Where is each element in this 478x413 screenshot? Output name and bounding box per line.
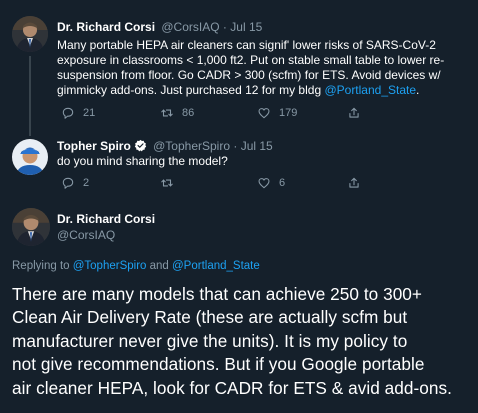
verified-badge-icon: [134, 139, 146, 152]
author-name[interactable]: Topher Spiro: [57, 139, 131, 153]
reply-button[interactable]: 2: [61, 176, 89, 190]
author-name[interactable]: Dr. Richard Corsi: [57, 212, 155, 227]
reply-count: 2: [83, 177, 90, 189]
retweet-button[interactable]: 86: [160, 106, 194, 120]
reply-button[interactable]: 21: [61, 106, 95, 120]
share-button[interactable]: [347, 176, 369, 190]
avatar-corsi-main[interactable]: [12, 208, 50, 246]
like-button[interactable]: 179: [257, 106, 297, 120]
main-tweet-text: There are many models that can achieve 2…: [12, 283, 474, 400]
tweet-corsi-1[interactable]: Dr. Richard Corsi @CorsIAQ · Jul 15 Many…: [0, 0, 478, 136]
main-tweet-text-line: air cleaner HEPA, look for CADR for ETS …: [12, 377, 452, 398]
tweet-text-line: suspension from floor. Go CADR > 300 (sc…: [57, 68, 441, 82]
share-icon: [349, 177, 359, 188]
like-button[interactable]: 6: [257, 176, 285, 190]
main-tweet-text-line: Clean Air Delivery Rate (these are actua…: [12, 307, 408, 328]
tweet-text: Many portable HEPA air cleaners can sign…: [57, 38, 472, 98]
author-handle[interactable]: @TopherSpiro: [153, 139, 230, 153]
reply-icon: [62, 107, 74, 119]
reply-icon: [62, 177, 74, 189]
main-tweet-text-line: not give recommendations. But if you Goo…: [12, 354, 425, 375]
main-tweet-header: Dr. Richard Corsi @CorsIAQ: [57, 212, 155, 243]
tweet-date[interactable]: Jul 15: [241, 139, 273, 153]
tweet-actions: 21 86 179: [57, 106, 467, 122]
retweet-icon: [161, 179, 173, 187]
tweet-text-line: exposure in classrooms < 1,000 ft2. Put …: [57, 53, 445, 67]
main-tweet-text-line: manufacturer never give the units). It i…: [12, 330, 408, 351]
like-icon: [258, 108, 270, 119]
like-count: 6: [279, 177, 286, 189]
retweet-count: 86: [182, 107, 195, 119]
avatar-corsi-image: [12, 16, 48, 52]
thread-connector-line: [29, 56, 31, 136]
trailing-period: .: [416, 83, 420, 97]
tweet-header: Dr. Richard Corsi @CorsIAQ · Jul 15: [57, 20, 262, 35]
avatar-corsi-main-image: [12, 208, 50, 246]
replying-and: and: [146, 260, 172, 272]
author-name[interactable]: Dr. Richard Corsi: [57, 20, 155, 34]
replying-user-portland-state[interactable]: @Portland_State: [172, 260, 260, 272]
avatar-corsi[interactable]: [12, 16, 48, 52]
header-separator: ·: [222, 20, 227, 34]
share-icon: [349, 107, 359, 118]
tweet-actions: 2 6: [57, 176, 467, 192]
retweet-button[interactable]: [160, 176, 182, 190]
tweet-text-line: Many portable HEPA air cleaners can sign…: [57, 38, 436, 52]
author-handle[interactable]: @CorsIAQ: [57, 228, 155, 243]
header-separator: ·: [233, 139, 238, 153]
avatar-spiro[interactable]: [12, 139, 48, 175]
like-icon: [258, 178, 270, 189]
tweet-spiro[interactable]: Topher Spiro @TopherSpiro · Jul 15 do yo…: [0, 125, 478, 195]
tweet-text: do you mind sharing the model?: [57, 154, 228, 168]
retweet-icon: [161, 109, 173, 117]
share-button[interactable]: [347, 106, 369, 120]
reply-count: 21: [83, 107, 96, 119]
main-tweet-text-line: There are many models that can achieve 2…: [12, 284, 422, 304]
tweet-header: Topher Spiro @TopherSpiro · Jul 15: [57, 139, 273, 154]
replying-to: Replying to @TopherSpiro and @Portland_S…: [12, 259, 260, 274]
avatar-spiro-image: [12, 139, 48, 175]
tweet-date[interactable]: Jul 15: [230, 20, 262, 34]
mention-link-portland-state[interactable]: @Portland_State: [324, 83, 416, 97]
like-count: 179: [279, 107, 298, 119]
author-handle[interactable]: @CorsIAQ: [161, 20, 219, 34]
replying-prefix: Replying to: [12, 260, 73, 272]
tweet-text-fragment: gimmicky add-ons. Just purchased 12 for …: [57, 83, 325, 97]
replying-user-topherspiro[interactable]: @TopherSpiro: [73, 260, 147, 272]
tweet-text-line: gimmicky add-ons. Just purchased 12 for …: [57, 83, 472, 98]
